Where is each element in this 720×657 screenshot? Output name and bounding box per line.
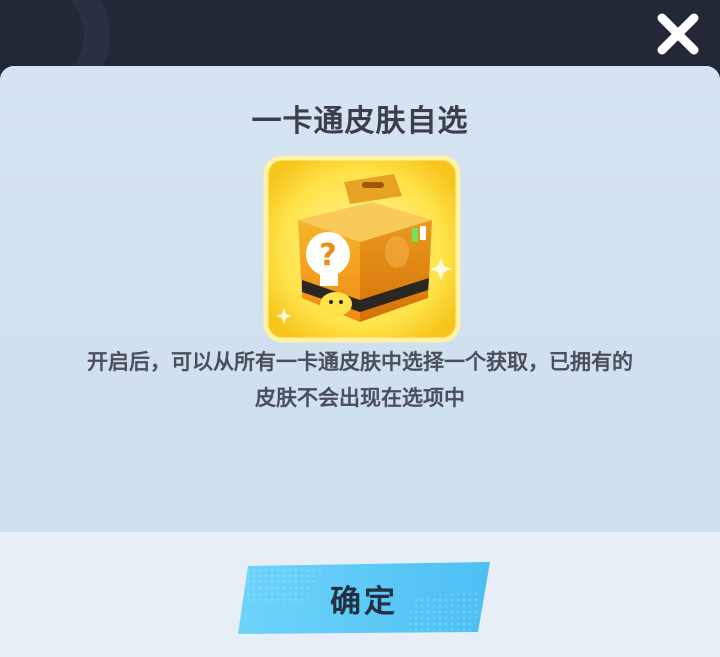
svg-text:?: ? [319, 238, 336, 273]
item-card: ? [262, 154, 462, 344]
dialog-description: 开启后，可以从所有一卡通皮肤中选择一个获取，已拥有的 皮肤不会出现在选项中 [30, 344, 690, 416]
mystery-skin-box-icon: ? [263, 155, 461, 343]
confirm-button-label: 确定 [330, 584, 398, 620]
close-icon [657, 13, 699, 55]
dialog-title: 一卡通皮肤自选 [251, 104, 469, 139]
confirm-button[interactable]: 确定 [234, 562, 494, 634]
close-button[interactable] [652, 8, 704, 60]
description-line-1: 开启后，可以从所有一卡通皮肤中选择一个获取，已拥有的 [87, 350, 633, 374]
description-line-2: 皮肤不会出现在选项中 [255, 386, 465, 410]
skin-select-dialog: 一卡通皮肤自选 ? 开启后，可以从所有一卡通皮肤中选择一个获取，已拥有的 皮肤不… [0, 66, 720, 657]
game-screen: 一卡通皮肤自选 ? 开启后，可以从所有一卡通皮肤中选择一个获取，已拥有的 皮肤不… [0, 0, 720, 657]
